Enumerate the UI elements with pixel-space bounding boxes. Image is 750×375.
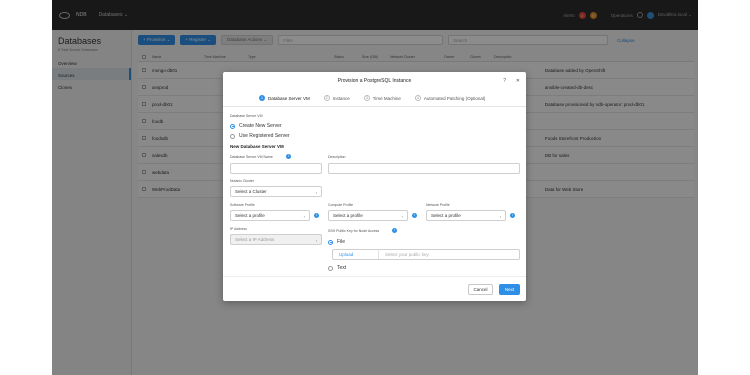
help-icon[interactable]: ? xyxy=(503,78,506,84)
info-icon[interactable]: i xyxy=(510,213,515,218)
ssh-key-label: SSH Public Key for Node Access xyxy=(328,229,380,233)
cluster-select[interactable]: Select a Cluster › xyxy=(230,186,322,197)
step-database-server-vm[interactable]: 1 Database Server VM xyxy=(259,95,310,101)
software-profile-select[interactable]: Select a profile › xyxy=(230,210,310,221)
cluster-select-value: Select a Cluster xyxy=(235,189,267,194)
radio-label: Text xyxy=(337,265,347,271)
compute-profile-select[interactable]: Select a profile › xyxy=(328,210,408,221)
modal-footer-divider xyxy=(223,276,526,277)
step-instance[interactable]: 2 Instance xyxy=(323,95,350,101)
close-icon[interactable]: ✕ xyxy=(516,78,520,84)
compute-profile-label: Compute Profile xyxy=(328,203,354,207)
step-number: 3 xyxy=(363,95,370,101)
software-profile-value: Select a profile xyxy=(235,213,265,218)
step-number: 1 xyxy=(259,95,265,101)
description-input[interactable] xyxy=(328,163,520,174)
radio-on-icon[interactable] xyxy=(328,239,333,245)
info-icon[interactable]: i xyxy=(412,213,417,218)
ip-address-label: IP Address xyxy=(230,227,247,231)
step-time-machine[interactable]: 3 Time Machine xyxy=(363,95,401,101)
step-number: 2 xyxy=(323,95,330,101)
network-profile-select[interactable]: Select a profile › xyxy=(426,210,506,221)
step-number: 4 xyxy=(414,95,421,101)
radio-create-new-server[interactable]: Create New Server xyxy=(230,123,282,129)
radio-use-registered-server[interactable]: Use Registered Server xyxy=(230,133,290,139)
chevron-down-icon: › xyxy=(315,190,317,195)
upload-link[interactable]: Upload xyxy=(333,250,379,259)
vm-name-input[interactable] xyxy=(230,163,322,174)
vm-name-label: Database Server VM Name xyxy=(230,155,273,159)
network-profile-value: Select a profile xyxy=(431,213,461,218)
compute-profile-value: Select a profile xyxy=(333,213,363,218)
upload-placeholder: Select your public key xyxy=(385,252,429,257)
info-icon[interactable]: i xyxy=(314,213,319,218)
info-icon[interactable]: i xyxy=(392,228,397,233)
step-label: Automated Patching (Optional) xyxy=(423,95,486,101)
network-profile-label: Network Profile xyxy=(426,203,450,207)
step-label: Database Server VM xyxy=(268,95,310,101)
new-server-heading: New Database Server VM xyxy=(230,144,284,149)
software-profile-label: Software Profile xyxy=(230,203,255,207)
chevron-down-icon: › xyxy=(315,238,317,243)
server-vm-label: Database Server VM xyxy=(230,114,263,118)
cancel-button[interactable]: Cancel xyxy=(468,284,493,295)
step-automated-patching[interactable]: 4 Automated Patching (Optional) xyxy=(414,95,486,101)
radio-on-icon[interactable] xyxy=(230,123,235,129)
ip-address-value: Select a IP Address xyxy=(235,237,275,242)
info-icon[interactable]: i xyxy=(286,154,291,159)
chevron-down-icon: › xyxy=(499,214,501,219)
step-label: Instance xyxy=(332,95,350,101)
description-label: Description xyxy=(328,155,346,159)
radio-ssh-text[interactable]: Text xyxy=(328,265,346,271)
next-button[interactable]: Next xyxy=(499,284,520,295)
step-label: Time Machine xyxy=(372,95,401,101)
wizard-steps: 1 Database Server VM 2 Instance 3 Time Mach… xyxy=(259,95,499,101)
radio-ssh-file[interactable]: File xyxy=(328,239,345,245)
ssh-upload-field[interactable]: Upload Select your public key xyxy=(332,249,520,260)
chevron-down-icon: › xyxy=(401,214,403,219)
chevron-down-icon: › xyxy=(303,214,305,219)
cluster-label: Nutanix Cluster xyxy=(230,179,254,183)
radio-label: Create New Server xyxy=(239,123,282,129)
modal-title: Provision a PostgreSQL Instance xyxy=(337,78,412,84)
ip-address-select: Select a IP Address › xyxy=(230,234,322,245)
radio-off-icon[interactable] xyxy=(230,133,235,139)
modal-divider xyxy=(223,106,526,107)
radio-label: Use Registered Server xyxy=(239,133,290,139)
radio-label: File xyxy=(337,239,346,245)
radio-off-icon[interactable] xyxy=(328,265,333,271)
